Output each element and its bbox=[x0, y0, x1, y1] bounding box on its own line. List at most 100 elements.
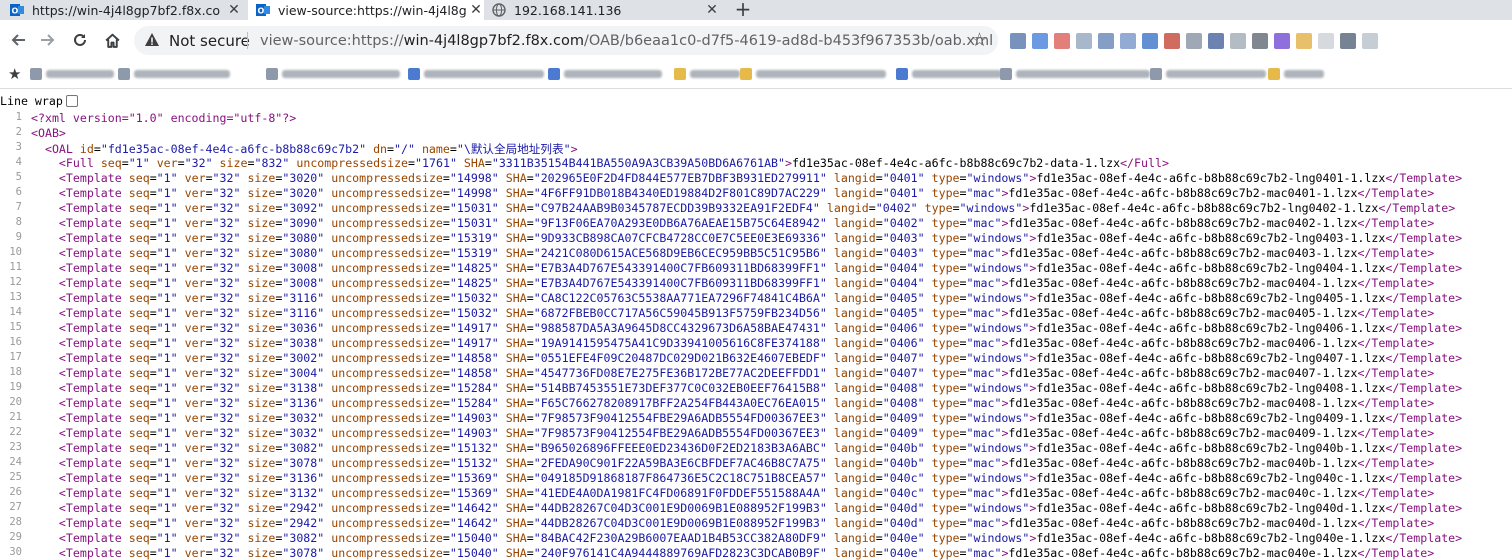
extension-icon[interactable] bbox=[1142, 33, 1158, 49]
xml-attr-name: type bbox=[931, 441, 960, 455]
extension-icon[interactable] bbox=[1208, 33, 1224, 49]
line-number: 10 bbox=[9, 246, 22, 258]
forward-button[interactable] bbox=[36, 28, 60, 52]
line-number: 28 bbox=[9, 516, 22, 528]
xml-attr-name: type bbox=[931, 246, 960, 260]
xml-attr-value: "mac" bbox=[966, 486, 1002, 500]
xml-attr-name: type bbox=[931, 426, 960, 440]
bookmark-star-icon[interactable]: ★ bbox=[8, 65, 21, 83]
extension-icon[interactable] bbox=[1186, 33, 1202, 49]
line-number: 9 bbox=[15, 231, 22, 243]
url-prefix: view-source:https:// bbox=[260, 33, 404, 49]
bookmark-item[interactable] bbox=[896, 67, 1002, 81]
source-line: <Template seq="1" ver="32" size="3008" u… bbox=[58, 276, 1435, 290]
back-button[interactable] bbox=[6, 28, 30, 52]
reload-button[interactable] bbox=[68, 28, 92, 52]
xml-attr-value: "6872FBEB0CC717A56C59045B913F5759FB234D5… bbox=[533, 306, 827, 320]
xml-attr-name: type bbox=[931, 456, 960, 470]
extension-icon[interactable] bbox=[1274, 33, 1290, 49]
extension-icon[interactable] bbox=[1296, 33, 1312, 49]
xml-attr-value: "2942" bbox=[282, 501, 325, 515]
extension-icon[interactable] bbox=[1076, 33, 1092, 49]
bookmark-item[interactable] bbox=[548, 67, 662, 81]
xml-attr-value: "15284" bbox=[449, 396, 499, 410]
close-tab-icon[interactable]: ✕ bbox=[468, 2, 484, 18]
bookmark-item[interactable] bbox=[1268, 67, 1324, 81]
source-line: <Template seq="1" ver="32" size="3038" u… bbox=[58, 336, 1435, 350]
extension-icon[interactable] bbox=[1054, 33, 1070, 49]
warning-icon[interactable] bbox=[144, 32, 160, 48]
xml-attr-value: "3002" bbox=[282, 351, 325, 365]
xml-attr-name: uncompressedsize bbox=[331, 441, 443, 455]
xml-attr-value: "windows" bbox=[966, 351, 1030, 365]
address-bar[interactable]: Not secure view-source:https://win-4j4l8… bbox=[134, 26, 998, 55]
xml-attr-value: "15132" bbox=[449, 456, 499, 470]
bookmark-item[interactable] bbox=[1000, 67, 1150, 81]
extension-icon[interactable] bbox=[1010, 33, 1026, 49]
close-tab-icon[interactable]: ✕ bbox=[226, 2, 242, 18]
extension-icon[interactable] bbox=[1340, 33, 1356, 49]
bookmark-item[interactable] bbox=[1150, 67, 1266, 81]
xml-attr-value: "mac" bbox=[966, 216, 1002, 230]
xml-tag: > bbox=[570, 142, 578, 156]
xml-attr-name: type bbox=[924, 201, 953, 215]
extension-icon[interactable] bbox=[1318, 33, 1334, 49]
url-text[interactable]: view-source:https://win-4j4l8gp7bf2.f8x.… bbox=[260, 33, 993, 49]
outlook-icon: O bbox=[10, 3, 24, 17]
xml-attr-value: "CA8C122C05763C5538AA771EA7296F74841C4B6… bbox=[533, 291, 827, 305]
line-number: 22 bbox=[9, 426, 22, 438]
xml-attr-name: name bbox=[421, 142, 450, 156]
bookmark-item[interactable] bbox=[674, 67, 740, 81]
xml-tag: </Template> bbox=[1357, 306, 1435, 320]
new-tab-button[interactable]: + bbox=[734, 0, 752, 20]
extension-icon[interactable] bbox=[1164, 33, 1180, 49]
close-tab-icon[interactable]: ✕ bbox=[704, 2, 720, 18]
extension-icon[interactable] bbox=[1098, 33, 1114, 49]
extension-icon[interactable] bbox=[1252, 33, 1268, 49]
template-file: fd1e35ac-08ef-4e4c-a6fc-b8b88c69c7b2-mac… bbox=[1008, 516, 1358, 530]
xml-attr-name: seq bbox=[128, 411, 150, 425]
template-file: fd1e35ac-08ef-4e4c-a6fc-b8b88c69c7b2-lng… bbox=[1036, 441, 1386, 455]
bookmark-item[interactable] bbox=[740, 67, 886, 81]
xml-attr-name: SHA bbox=[505, 186, 527, 200]
xml-attr-value: "E7B3A4D767E543391400C7FB609311BD68399FF… bbox=[533, 276, 827, 290]
extension-icon[interactable] bbox=[1032, 33, 1048, 49]
line-wrap-toggle[interactable]: Line wrap bbox=[0, 94, 78, 108]
not-secure-label[interactable]: Not secure bbox=[169, 32, 250, 50]
bookmark-item[interactable] bbox=[266, 67, 400, 81]
xml-attr-value: "2942" bbox=[282, 516, 325, 530]
extension-icon[interactable] bbox=[1230, 33, 1246, 49]
xml-attr-value: "15132" bbox=[449, 441, 499, 455]
template-file: fd1e35ac-08ef-4e4c-a6fc-b8b88c69c7b2-mac… bbox=[1008, 216, 1358, 230]
source-line: <Template seq="1" ver="32" size="2942" u… bbox=[58, 501, 1463, 515]
home-button[interactable] bbox=[100, 28, 124, 52]
template-file: fd1e35ac-08ef-4e4c-a6fc-b8b88c69c7b2-mac… bbox=[1008, 186, 1358, 200]
view-source-page: Line wrap 1 <?xml version="1.0" encoding=… bbox=[0, 89, 1512, 560]
bookmark-item[interactable] bbox=[118, 67, 230, 81]
tab-view-source[interactable]: O view-source:https://win-4j4l8g ✕ bbox=[248, 0, 484, 20]
xml-attr-name: seq bbox=[128, 201, 150, 215]
extension-icon[interactable] bbox=[1120, 33, 1136, 49]
extension-icon[interactable] bbox=[1362, 33, 1378, 49]
xml-attr-value: "3032" bbox=[282, 411, 325, 425]
tab-oab-site[interactable]: O https://win-4j4l8gp7bf2.f8x.co ✕ bbox=[10, 0, 242, 20]
bookmark-item[interactable] bbox=[408, 67, 544, 81]
xml-attr-value: "3038" bbox=[282, 336, 325, 350]
bookmark-star-icon[interactable]: ☆ bbox=[971, 29, 988, 51]
xml-attr-name: type bbox=[931, 471, 960, 485]
xml-attr-name: ver bbox=[184, 336, 206, 350]
xml-attr-value: "0406" bbox=[882, 336, 925, 350]
xml-attr-name: uncompressedsize bbox=[296, 156, 409, 170]
xml-attr-name: SHA bbox=[505, 276, 527, 290]
xml-tag: </Template> bbox=[1357, 396, 1435, 410]
source-line: <Template seq="1" ver="32" size="3020" u… bbox=[58, 171, 1463, 185]
xml-attr-name: SHA bbox=[505, 201, 527, 215]
tab-ip-address[interactable]: 192.168.141.136 ✕ bbox=[492, 0, 720, 20]
xml-tag: <Template bbox=[58, 171, 122, 185]
xml-attr-value: "3132" bbox=[282, 486, 325, 500]
xml-attr-value: "0402" bbox=[875, 201, 918, 215]
xml-attr-value: "15040" bbox=[449, 546, 499, 560]
xml-attr-value: "040d" bbox=[882, 501, 925, 515]
line-wrap-checkbox[interactable] bbox=[65, 95, 78, 107]
bookmark-item[interactable] bbox=[30, 67, 114, 81]
